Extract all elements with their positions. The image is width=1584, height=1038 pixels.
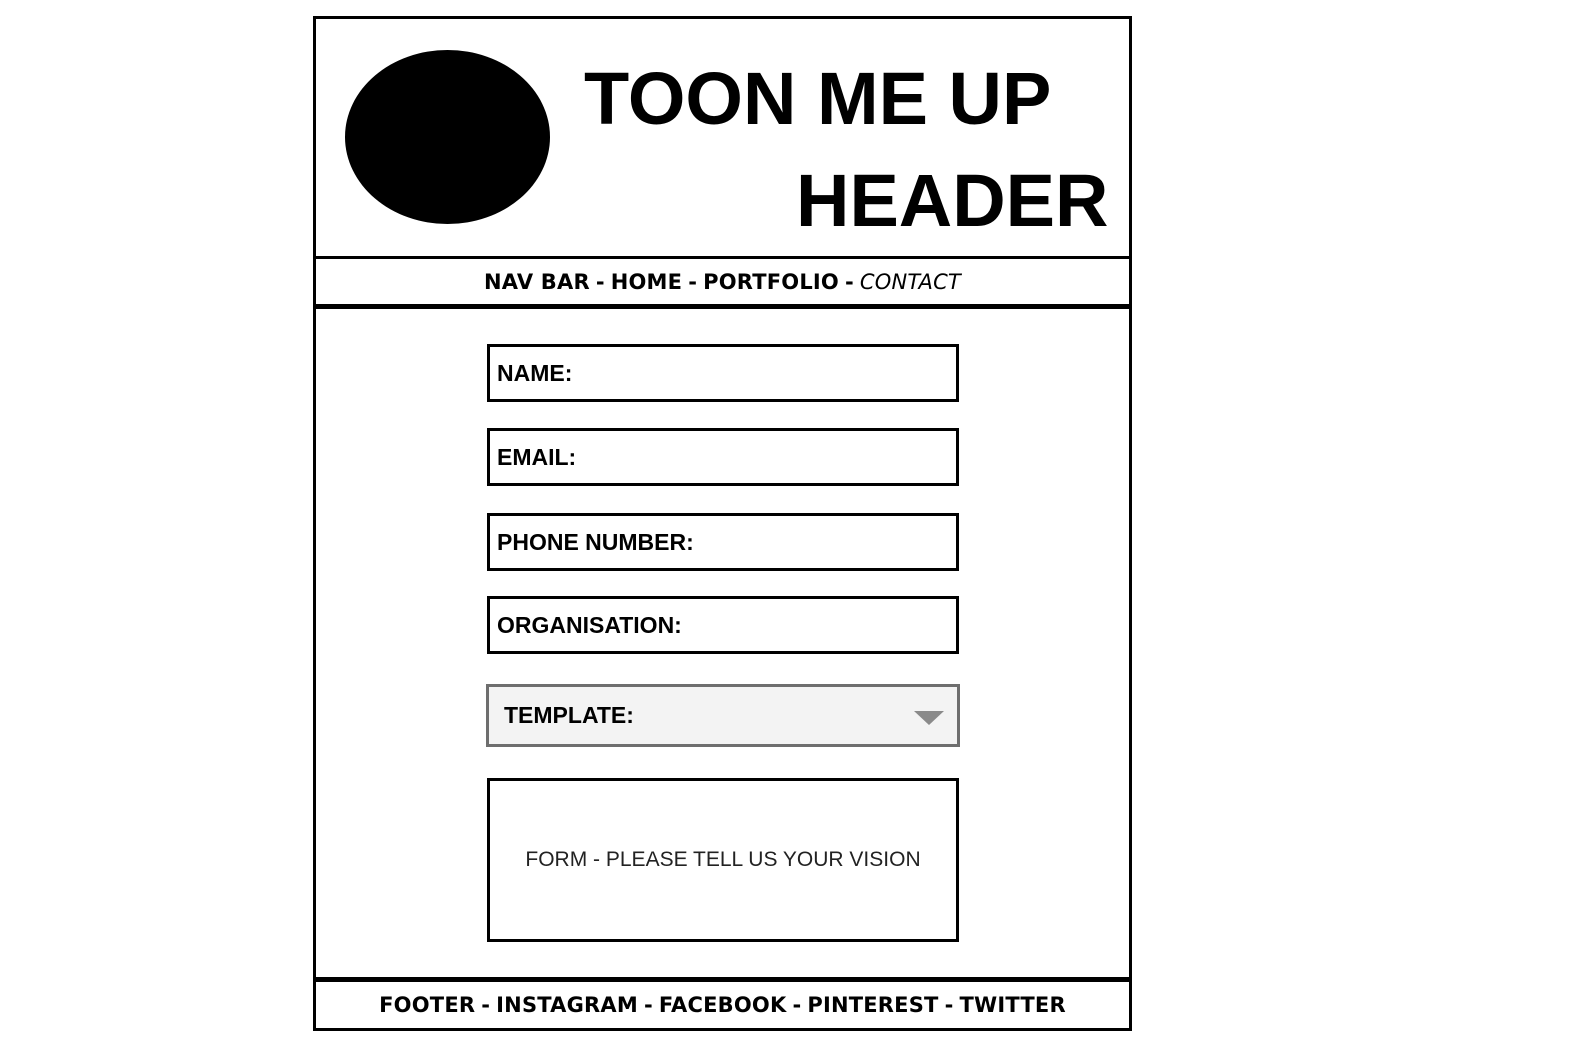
phone-number-field[interactable]: PHONE NUMBER: bbox=[487, 513, 959, 571]
site-title-line-2: HEADER bbox=[796, 159, 1109, 242]
footer-link-facebook[interactable]: FACEBOOK bbox=[659, 993, 787, 1017]
vision-textarea-placeholder: FORM - PLEASE TELL US YOUR VISION bbox=[525, 848, 921, 871]
site-title-line-1: TOON ME UP bbox=[584, 57, 1052, 140]
nav-link-portfolio[interactable]: PORTFOLIO bbox=[703, 270, 839, 294]
email-field-label: EMAIL: bbox=[497, 443, 577, 470]
footer-separator: - bbox=[643, 993, 653, 1017]
organisation-field-label: ORGANISATION: bbox=[497, 611, 682, 638]
nav-link-home[interactable]: HOME bbox=[611, 270, 682, 294]
nav-bar-label: NAV BAR bbox=[484, 269, 590, 294]
nav-link-contact[interactable]: CONTACT bbox=[860, 270, 961, 294]
footer-link-instagram[interactable]: INSTAGRAM bbox=[496, 993, 638, 1017]
chevron-down-icon[interactable] bbox=[914, 711, 944, 725]
vision-textarea[interactable]: FORM - PLEASE TELL US YOUR VISION bbox=[487, 778, 959, 942]
nav-separator: - bbox=[688, 269, 698, 294]
footer-label: FOOTER bbox=[379, 993, 476, 1017]
nav-bar: NAV BAR - HOME - PORTFOLIO - CONTACT bbox=[313, 256, 1132, 307]
name-field[interactable]: NAME: bbox=[487, 344, 959, 402]
logo-placeholder bbox=[345, 50, 550, 224]
footer-separator: - bbox=[944, 993, 954, 1017]
site-footer: FOOTER - INSTAGRAM - FACEBOOK - PINTERES… bbox=[313, 979, 1132, 1031]
phone-number-field-label: PHONE NUMBER: bbox=[497, 528, 694, 555]
template-dropdown[interactable]: TEMPLATE: bbox=[486, 684, 960, 747]
organisation-field[interactable]: ORGANISATION: bbox=[487, 596, 959, 654]
footer-separator: - bbox=[481, 993, 491, 1017]
name-field-label: NAME: bbox=[497, 359, 573, 386]
nav-separator: - bbox=[844, 269, 854, 294]
template-dropdown-label: TEMPLATE: bbox=[504, 702, 634, 728]
footer-link-twitter[interactable]: TWITTER bbox=[960, 993, 1066, 1017]
nav-separator: - bbox=[595, 269, 605, 294]
footer-separator: - bbox=[792, 993, 802, 1017]
footer-link-pinterest[interactable]: PINTEREST bbox=[807, 993, 938, 1017]
email-field[interactable]: EMAIL: bbox=[487, 428, 959, 486]
